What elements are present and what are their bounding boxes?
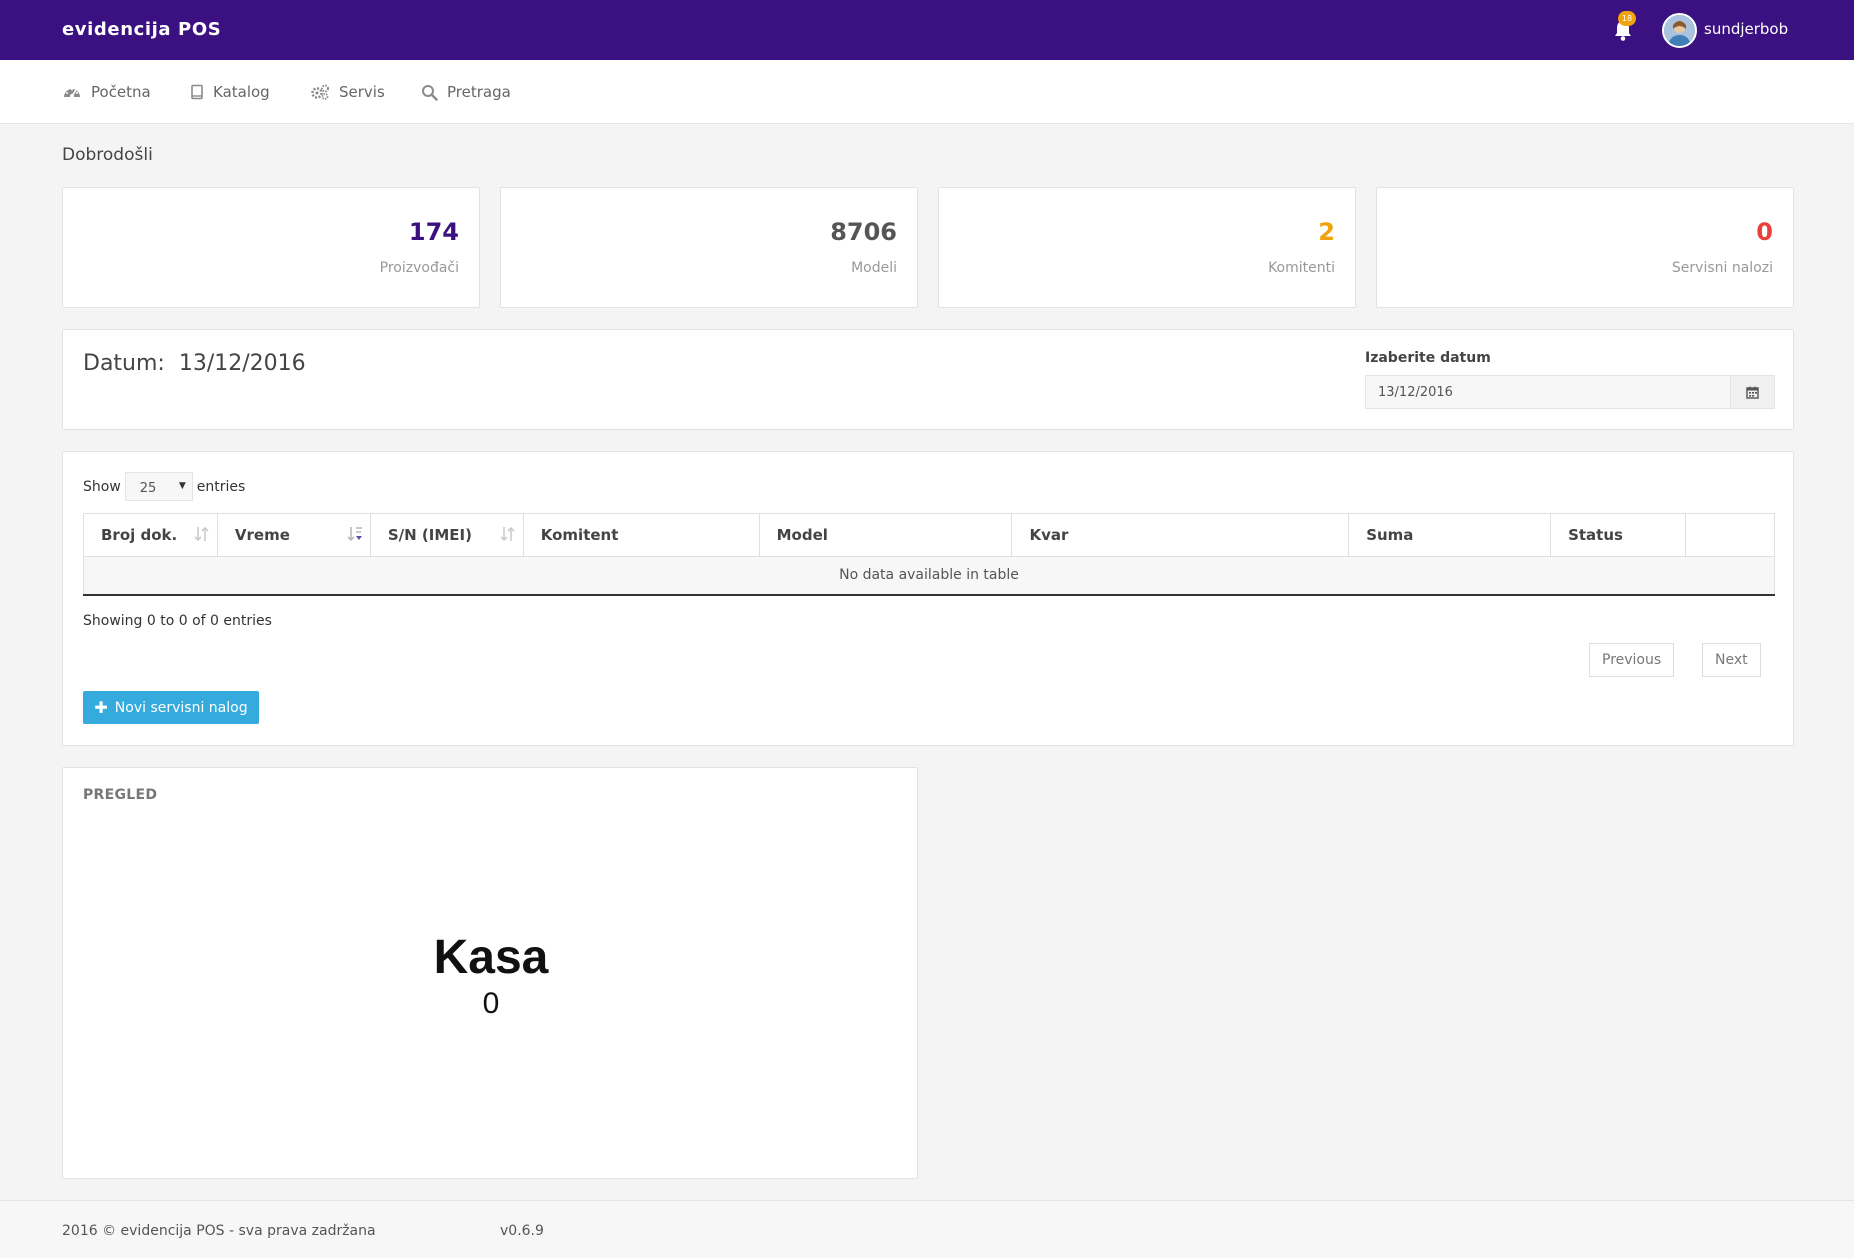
stat-card-komitenti[interactable]: 2 Komitenti <box>938 187 1356 308</box>
sort-descending-icon <box>347 527 362 542</box>
table-info: Showing 0 to 0 of 0 entries <box>83 613 272 629</box>
stat-value: 8706 <box>830 218 897 246</box>
plus-icon: ✚ <box>94 698 108 717</box>
username[interactable]: sundjerbob <box>1704 20 1788 38</box>
chevron-down-icon: ▼ <box>178 481 186 491</box>
date-input[interactable] <box>1366 376 1730 408</box>
stat-label: Proizvođači <box>379 260 459 276</box>
column-header-suma[interactable]: Suma <box>1348 513 1552 557</box>
column-label: Status <box>1568 526 1623 544</box>
footer-copyright: 2016 © evidencija POS - sva prava zadrža… <box>62 1223 376 1239</box>
previous-button[interactable]: Previous <box>1589 643 1675 677</box>
search-icon <box>422 84 438 101</box>
stat-value: 0 <box>1756 218 1773 246</box>
stat-card-modeli[interactable]: 8706 Modeli <box>500 187 918 308</box>
column-label: Kvar <box>1029 526 1069 544</box>
table-row: No data available in table <box>83 556 1775 596</box>
book-icon <box>191 84 203 100</box>
column-header-broj-dok[interactable]: Broj dok. <box>83 513 218 557</box>
calendar-icon <box>1746 386 1759 399</box>
brand-title[interactable]: evidencija POS <box>62 19 221 40</box>
nav-item-pretraga[interactable]: Pretraga <box>421 82 511 102</box>
page-length-control: Show 25 ▼ entries <box>83 472 245 501</box>
stat-card-proizvodjaci[interactable]: 174 Proizvođači <box>62 187 480 308</box>
column-header-komitent[interactable]: Komitent <box>522 513 760 557</box>
column-label: S/N (IMEI) <box>387 526 472 544</box>
sort-icon <box>500 526 515 542</box>
date-picker-label: Izaberite datum <box>1365 350 1491 366</box>
main-nav: Početna Katalog Servis Pretraga <box>0 60 1854 124</box>
nav-item-pocetna[interactable]: Početna <box>62 82 151 102</box>
footer-version: v0.6.9 <box>500 1223 544 1239</box>
stat-label: Komitenti <box>1268 260 1335 276</box>
new-service-order-label: Novi servisni nalog <box>114 699 248 716</box>
stat-label: Servisni nalozi <box>1671 260 1773 276</box>
stat-value: 174 <box>408 218 459 246</box>
next-button[interactable]: Next <box>1702 643 1761 677</box>
stat-label: Modeli <box>851 260 897 276</box>
cash-register-value: 0 <box>482 987 500 1020</box>
calendar-button[interactable] <box>1730 376 1774 408</box>
nav-label-pocetna: Početna <box>91 83 151 101</box>
stat-value: 2 <box>1318 218 1335 246</box>
service-orders-table: Broj dok. Vreme S/N (IMEI) Komitent Mode… <box>83 513 1775 596</box>
sort-icon <box>194 526 209 542</box>
gears-icon <box>311 84 329 100</box>
page-title: Dobrodošli <box>62 145 153 165</box>
empty-table-message: No data available in table <box>83 556 1775 596</box>
table-header-row: Broj dok. Vreme S/N (IMEI) Komitent Mode… <box>83 513 1775 557</box>
date-title-value: 13/12/2016 <box>178 351 306 376</box>
column-header-kvar[interactable]: Kvar <box>1011 513 1350 557</box>
avatar[interactable] <box>1662 13 1697 48</box>
show-label: Show <box>83 478 121 495</box>
new-service-order-button[interactable]: ✚ Novi servisni nalog <box>83 691 259 724</box>
overview-title: PREGLED <box>83 787 158 803</box>
column-label: Broj dok. <box>101 526 178 544</box>
page-length-value: 25 <box>139 481 157 496</box>
nav-label-katalog: Katalog <box>213 83 270 101</box>
date-title: Datum: 13/12/2016 <box>83 351 306 376</box>
date-title-prefix: Datum: <box>83 351 165 376</box>
nav-label-servis: Servis <box>339 83 385 101</box>
column-header-sn-imei[interactable]: S/N (IMEI) <box>369 513 524 557</box>
date-panel: Datum: 13/12/2016 Izaberite datum <box>62 329 1794 430</box>
entries-label: entries <box>196 478 246 495</box>
column-header-vreme[interactable]: Vreme <box>216 513 371 557</box>
column-label: Vreme <box>234 526 290 544</box>
page-length-select[interactable]: 25 ▼ <box>124 472 193 501</box>
dashboard-icon <box>64 88 80 98</box>
stat-card-servisni-nalozi[interactable]: 0 Servisni nalozi <box>1376 187 1794 308</box>
date-picker <box>1365 375 1775 409</box>
top-bar: evidencija POS 18 sundjerbob <box>0 0 1854 60</box>
notification-badge: 18 <box>1618 11 1636 26</box>
nav-label-pretraga: Pretraga <box>447 83 511 101</box>
column-header-status[interactable]: Status <box>1550 513 1686 557</box>
nav-item-servis[interactable]: Servis <box>310 82 385 102</box>
overview-panel: PREGLED Kasa 0 <box>62 767 918 1179</box>
column-header-model[interactable]: Model <box>758 513 1013 557</box>
footer: 2016 © evidencija POS - sva prava zadrža… <box>0 1200 1854 1258</box>
column-label: Suma <box>1366 526 1414 544</box>
nav-item-katalog[interactable]: Katalog <box>190 82 270 102</box>
column-label: Komitent <box>540 526 619 544</box>
column-label: Model <box>776 526 828 544</box>
column-header-actions <box>1685 513 1775 557</box>
service-orders-panel: Show 25 ▼ entries Broj dok. Vreme S/N (I… <box>62 451 1794 746</box>
cash-register-label: Kasa <box>433 931 549 984</box>
